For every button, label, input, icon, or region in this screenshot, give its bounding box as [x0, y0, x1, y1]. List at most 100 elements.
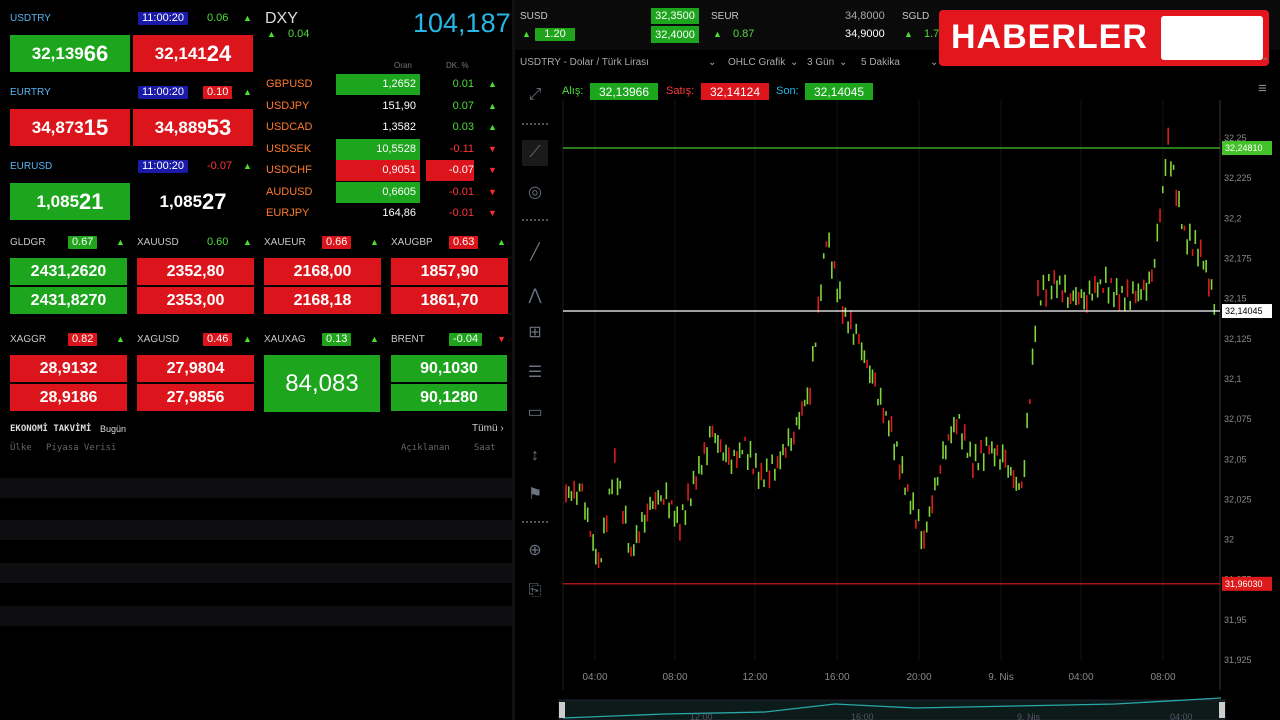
metal-bid[interactable]: 2431,2620 — [10, 258, 127, 285]
haberler-logo[interactable]: HABERLER — [939, 10, 1269, 66]
metal-header: XAGGR 0.82 ▲ — [10, 333, 128, 347]
susd-bid[interactable]: 32,3500 — [651, 8, 699, 24]
x-tick-label: 12:00 — [742, 672, 767, 683]
metal-ask[interactable]: 28,9186 — [10, 384, 127, 411]
fx-rate: 151,90 — [382, 99, 416, 112]
metal-ask[interactable]: 27,9856 — [137, 384, 254, 411]
fx-row[interactable]: GBPUSD 1,2652 0.01 ▲ — [262, 74, 512, 95]
major-bid[interactable]: 32,139 66 — [10, 35, 130, 72]
navigator-left-handle[interactable] — [559, 702, 565, 718]
metal-bid[interactable]: 27,9804 — [137, 355, 254, 382]
up-triangle-icon: ▲ — [243, 87, 252, 97]
bid-main: 1,085 — [36, 191, 80, 211]
y-tick-label: 32,025 — [1224, 494, 1252, 504]
calendar-all-link[interactable]: Tümü › — [472, 423, 504, 434]
major-bid[interactable]: 34,873 15 — [10, 109, 130, 146]
chart-type-select[interactable]: OHLC Grafik — [728, 57, 785, 68]
fx-row[interactable]: EURJPY 164,86 -0.01 ▼ — [262, 203, 512, 224]
x-tick-label: 04:00 — [582, 672, 607, 683]
chevron-down-icon[interactable]: ⌄ — [930, 57, 938, 68]
chart-range-select[interactable]: 3 Gün — [807, 57, 834, 68]
navigator-right-handle[interactable] — [1219, 702, 1225, 718]
calendar-row — [0, 478, 512, 498]
ask-main: 32,141 — [154, 43, 207, 63]
up-triangle-icon: ▲ — [116, 237, 125, 247]
metal-ask[interactable]: 2431,8270 — [10, 287, 127, 314]
major-ask[interactable]: 1,085 27 — [133, 183, 253, 220]
chevron-up-icon[interactable]: ⌃ — [1261, 57, 1269, 68]
metal-ask[interactable]: 1861,70 — [391, 287, 508, 314]
logo-brand: HABERLER — [951, 18, 1148, 56]
fx-symbol: AUDUSD — [266, 185, 313, 198]
major-ask[interactable]: 34,889 53 — [133, 109, 253, 146]
brent-ask[interactable]: 90,1280 — [391, 384, 507, 411]
ask-label: Satış: — [666, 85, 695, 97]
up-triangle-icon: ▲ — [488, 79, 497, 89]
metal-header: XAUUSD 0.60 ▲ — [137, 236, 255, 250]
col-announced: Açıklanan — [401, 443, 450, 453]
chart-symbol-select[interactable]: USDTRY - Dolar / Türk Lirası — [520, 57, 649, 68]
metal-ask[interactable]: 2168,18 — [264, 287, 381, 314]
calendar-today-tab[interactable]: Bugün — [100, 424, 126, 434]
metal-bid[interactable]: 1857,90 — [391, 258, 508, 285]
fx-row[interactable]: AUDUSD 0,6605 -0.01 ▼ — [262, 181, 512, 203]
major-change: 0.06 — [207, 12, 229, 24]
ask-pips: 27 — [202, 188, 227, 214]
metal-ask[interactable]: 2353,00 — [137, 287, 254, 314]
fx-change: 0.07 — [452, 99, 474, 112]
major-header: EURUSD 11:00:20 -0.07 ▲ — [10, 158, 255, 174]
fx-row[interactable]: USDCAD 1,3582 0.03 ▲ — [262, 117, 512, 138]
logo-com — [1161, 16, 1263, 60]
y-tick-label: 32,05 — [1224, 454, 1247, 464]
metal-bid[interactable]: 2352,80 — [137, 258, 254, 285]
major-ask[interactable]: 32,141 24 — [133, 35, 253, 72]
fx-row[interactable]: USDJPY 151,90 0.07 ▲ — [262, 96, 512, 117]
brent-symbol: BRENT — [391, 334, 425, 345]
xauxag-header: XAUXAG 0.13 ▲ — [264, 333, 384, 347]
chevron-down-icon[interactable]: ⌄ — [708, 57, 716, 68]
xauxag-value[interactable]: 84,083 — [264, 355, 380, 412]
susd-ask[interactable]: 32,4000 — [651, 26, 699, 43]
seur-ask[interactable]: 34,9000 — [845, 28, 885, 40]
chart-interval-select[interactable]: 5 Dakika — [861, 57, 900, 68]
bid-pips: 21 — [79, 188, 104, 214]
metal-bid[interactable]: 28,9132 — [10, 355, 127, 382]
brent-down-icon: ▼ — [497, 334, 506, 344]
y-tick-label: 32 — [1224, 535, 1234, 545]
up-triangle-icon: ▲ — [243, 237, 252, 247]
x-tick-label: 04:00 — [1068, 672, 1093, 683]
y-tick-label: 32,15 — [1224, 294, 1247, 304]
bid-pips: 66 — [83, 40, 109, 66]
chevron-down-icon[interactable]: ⌄ — [839, 57, 847, 68]
x-tick-label: 08:00 — [662, 672, 687, 683]
major-bid[interactable]: 1,085 21 — [10, 183, 130, 220]
y-tick-label: 32,125 — [1224, 334, 1252, 344]
x-tick-label: 20:00 — [906, 672, 931, 683]
major-time: 11:00:20 — [138, 160, 189, 173]
bid-label: Alış: — [562, 85, 584, 97]
price-chart[interactable]: 32,2532,22532,232,17532,1532,12532,132,0… — [515, 100, 1280, 720]
ask-pips: 53 — [206, 114, 232, 140]
col-data: Piyasa Verisi — [46, 443, 117, 453]
fx-row[interactable]: USDSEK 10,5528 -0.11 ▼ — [262, 138, 512, 160]
ask-main: 34,889 — [154, 117, 207, 137]
seur-bid[interactable]: 34,8000 — [845, 10, 885, 22]
metal-header: GLDGR 0.67 ▲ — [10, 236, 128, 250]
seur-up-icon: ▲ — [713, 29, 722, 39]
last-value: 32,14045 — [805, 83, 873, 100]
metal-bid[interactable]: 2168,00 — [264, 258, 381, 285]
menu-icon[interactable]: ≡ — [1258, 80, 1267, 97]
metal-change: 0.46 — [203, 333, 233, 346]
xauxag-up-icon: ▲ — [370, 334, 379, 344]
brent-change: -0.04 — [449, 333, 483, 346]
seur-symbol: SEUR — [711, 11, 739, 22]
ask-pips: 24 — [206, 40, 232, 66]
sgld-symbol: SGLD — [902, 11, 930, 22]
navigator-tick: 16:00 — [851, 712, 874, 720]
fx-rate: 164,86 — [382, 207, 416, 219]
fx-change: 0.03 — [452, 121, 474, 133]
dxy-label: DXY — [265, 10, 298, 27]
brent-bid[interactable]: 90,1030 — [391, 355, 507, 382]
fx-row[interactable]: USDCHF 0,9051 -0.07 ▼ — [262, 160, 512, 181]
chevron-down-icon[interactable]: ⌄ — [790, 57, 798, 68]
